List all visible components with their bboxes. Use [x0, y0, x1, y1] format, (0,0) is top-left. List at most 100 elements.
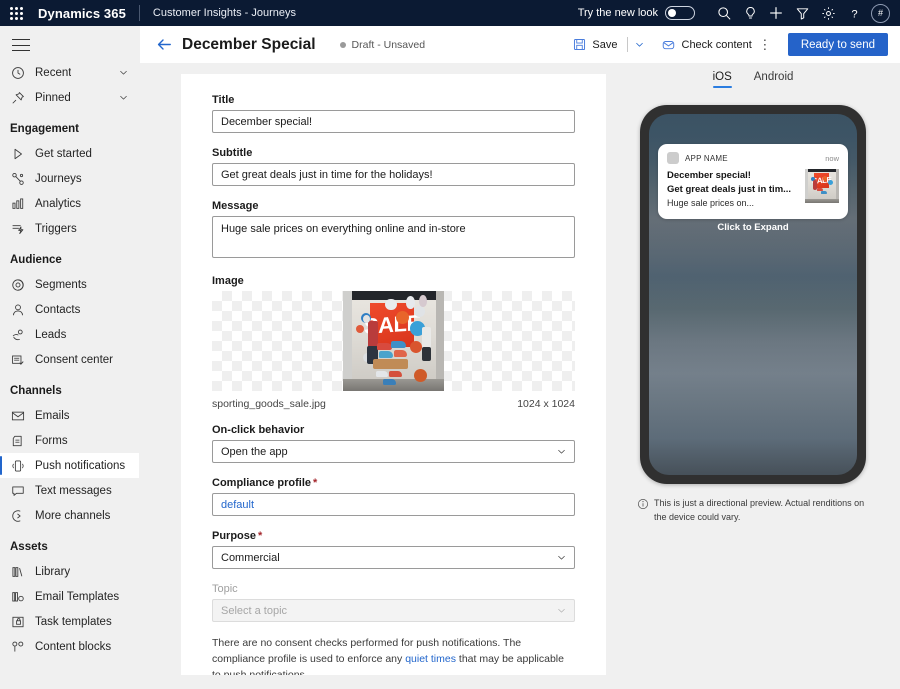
compliance-profile-label: Compliance profile*	[212, 477, 575, 489]
sidebar-item-email-templates[interactable]: Email Templates	[0, 584, 139, 609]
sidebar-item-emails[interactable]: Emails	[0, 403, 139, 428]
segments-icon	[10, 277, 26, 293]
form-column: Title Subtitle Message Huge sale prices …	[140, 63, 606, 689]
sidebar-item-label: More channels	[35, 510, 110, 522]
chat-icon	[10, 483, 26, 499]
brand-divider	[139, 5, 140, 21]
compliance-profile-label-text: Compliance profile	[212, 477, 311, 489]
sidebar-item-analytics[interactable]: Analytics	[0, 191, 139, 216]
analytics-icon	[10, 196, 26, 212]
sidebar-item-label: Emails	[35, 410, 70, 422]
push-notification-form: Title Subtitle Message Huge sale prices …	[181, 74, 606, 675]
sidebar-item-more-channels[interactable]: More channels	[0, 503, 139, 528]
sidebar-item-label: Pinned	[35, 92, 71, 104]
sidebar-item-label: Forms	[35, 435, 68, 447]
title-input[interactable]	[212, 110, 575, 133]
sidebar-item-library[interactable]: Library	[0, 559, 139, 584]
check-content-button[interactable]: Check content	[657, 32, 756, 58]
notification-subtitle: Get great deals just in tim...	[667, 183, 799, 197]
sidebar-group-engagement: Engagement	[0, 110, 139, 141]
sidebar-item-segments[interactable]: Segments	[0, 272, 139, 297]
command-bar: December Special Draft - Unsaved Save	[140, 26, 900, 63]
content-blocks-icon	[10, 639, 26, 655]
purpose-label-text: Purpose	[212, 530, 256, 542]
chevron-down-icon[interactable]	[118, 67, 129, 78]
quiet-times-link[interactable]: quiet times	[405, 653, 456, 665]
sidebar-item-forms[interactable]: Forms	[0, 428, 139, 453]
journeys-icon	[10, 171, 26, 187]
mobile-icon	[10, 458, 26, 474]
sidebar-item-consent-center[interactable]: Consent center	[0, 347, 139, 372]
device-screen: APP NAME now December special! Get great…	[649, 114, 857, 475]
sidebar-item-label: Get started	[35, 148, 92, 160]
new-look-toggle[interactable]	[665, 6, 695, 20]
device-frame: APP NAME now December special! Get great…	[640, 105, 866, 484]
filter-icon[interactable]	[789, 2, 815, 24]
notification-thumbnail: SALE	[805, 169, 839, 203]
sidebar-item-journeys[interactable]: Journeys	[0, 166, 139, 191]
library-icon	[10, 564, 26, 580]
sidebar-item-label: Leads	[35, 329, 66, 341]
sidebar-item-push-notifications[interactable]: Push notifications	[0, 453, 139, 478]
notification-card[interactable]: APP NAME now December special! Get great…	[658, 144, 848, 219]
play-icon	[10, 146, 26, 162]
compliance-profile-value-link[interactable]: default	[221, 499, 254, 511]
sidebar-item-label: Email Templates	[35, 591, 119, 603]
sidebar-item-task-templates[interactable]: Task templates	[0, 609, 139, 634]
image-preview-area[interactable]: SALE	[212, 291, 575, 391]
brand-title: Dynamics 365	[38, 6, 126, 21]
notification-message: Huge sale prices on...	[667, 197, 799, 210]
tab-ios[interactable]: iOS	[713, 71, 732, 88]
overflow-menu-icon[interactable]: ⋮	[756, 38, 774, 51]
compliance-profile-field[interactable]: default	[212, 493, 575, 516]
ready-to-send-button[interactable]: Ready to send	[788, 33, 888, 56]
status-dot-icon	[340, 42, 346, 48]
save-button[interactable]: Save	[567, 32, 621, 58]
save-label: Save	[592, 39, 617, 51]
sidebar-item-recent[interactable]: Recent	[0, 60, 139, 85]
storefront-artwork-thumb: SALE	[805, 169, 839, 203]
sidebar-item-label: Library	[35, 566, 70, 578]
person-icon	[10, 302, 26, 318]
more-channels-icon	[10, 508, 26, 524]
leads-icon	[10, 327, 26, 343]
workspace: Title Subtitle Message Huge sale prices …	[140, 63, 900, 689]
sidebar-item-leads[interactable]: Leads	[0, 322, 139, 347]
gear-icon[interactable]	[815, 2, 841, 24]
purpose-select[interactable]: Commercial	[212, 546, 575, 569]
sidebar-group-channels: Channels	[0, 372, 139, 403]
topic-select-wrap: Select a topic	[212, 599, 575, 622]
click-to-expand-label[interactable]: Click to Expand	[649, 222, 857, 233]
save-chevron-down-icon[interactable]	[633, 39, 647, 50]
hamburger-menu-icon[interactable]	[12, 39, 30, 51]
app-launcher-icon[interactable]	[8, 5, 24, 21]
app-body: Recent Pinned Engagement Get started	[0, 26, 900, 689]
sidebar-item-triggers[interactable]: Triggers	[0, 216, 139, 241]
back-arrow-icon[interactable]	[154, 35, 174, 55]
sidebar-item-label: Task templates	[35, 616, 112, 628]
image-metadata: sporting_goods_sale.jpg 1024 x 1024	[212, 398, 575, 410]
notification-header: APP NAME now	[667, 152, 839, 164]
svg-text:?: ?	[851, 8, 857, 20]
chevron-down-icon[interactable]	[118, 92, 129, 103]
image-dimensions: 1024 x 1024	[517, 398, 575, 410]
on-click-behavior-select[interactable]: Open the app	[212, 440, 575, 463]
help-icon[interactable]: ?	[841, 2, 867, 24]
lightbulb-icon[interactable]	[737, 2, 763, 24]
plus-icon[interactable]	[763, 2, 789, 24]
tab-android[interactable]: Android	[754, 71, 794, 88]
search-icon[interactable]	[711, 2, 737, 24]
platform-tabs: iOS Android	[713, 71, 794, 88]
sidebar-item-pinned[interactable]: Pinned	[0, 85, 139, 110]
sidebar-item-label: Text messages	[35, 485, 112, 497]
user-avatar[interactable]: #	[871, 4, 890, 23]
sidebar-item-text-messages[interactable]: Text messages	[0, 478, 139, 503]
main-content: December Special Draft - Unsaved Save	[140, 26, 900, 689]
subtitle-input[interactable]	[212, 163, 575, 186]
sidebar-item-contacts[interactable]: Contacts	[0, 297, 139, 322]
envelope-icon	[10, 408, 26, 424]
sidebar-item-content-blocks[interactable]: Content blocks	[0, 634, 139, 659]
sidebar-item-get-started[interactable]: Get started	[0, 141, 139, 166]
message-textarea[interactable]: Huge sale prices on everything online an…	[212, 216, 575, 258]
image-thumbnail[interactable]: SALE	[343, 291, 444, 391]
